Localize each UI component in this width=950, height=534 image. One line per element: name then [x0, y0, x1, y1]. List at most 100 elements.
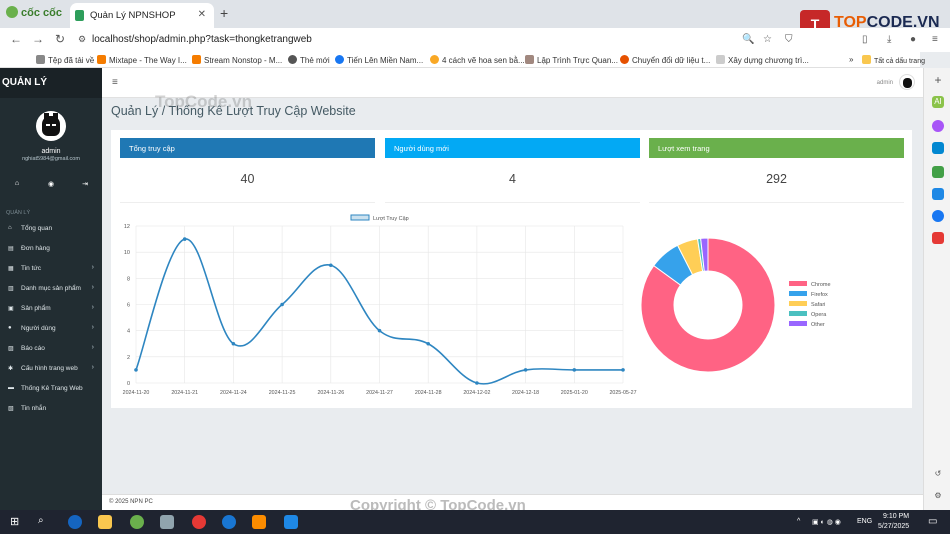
- bookmark-item[interactable]: Stream Nonstop - M...: [192, 55, 282, 65]
- sidebar-item-label: Đơn hàng: [21, 245, 50, 252]
- product-icon: ▣: [8, 306, 14, 312]
- bookmark-item[interactable]: Lập Trình Trực Quan...: [525, 55, 618, 65]
- back-icon[interactable]: ←: [10, 32, 22, 46]
- legend-label: Other: [811, 322, 825, 328]
- site-icon: [430, 55, 439, 64]
- reload-icon[interactable]: ↻: [55, 32, 65, 46]
- bookmark-item[interactable]: Thẻ mới: [288, 55, 330, 65]
- header-avatar[interactable]: [899, 74, 915, 90]
- legend-label: Chrome: [811, 282, 831, 288]
- forward-icon[interactable]: →: [32, 32, 44, 46]
- bookmark-item[interactable]: Chuyển đổi dữ liệu t...: [620, 55, 710, 65]
- y-tick-label: 12: [124, 224, 130, 230]
- folder-icon: [862, 55, 871, 64]
- data-point: [523, 368, 528, 372]
- chevron-right-icon: ›: [91, 324, 94, 331]
- new-tab-button[interactable]: +: [220, 5, 228, 21]
- history-icon[interactable]: ↺: [932, 468, 944, 480]
- site-info-icon[interactable]: ⚙: [78, 34, 86, 45]
- chrome-icon[interactable]: [192, 515, 206, 529]
- coccoc-browser-icon[interactable]: [130, 515, 144, 529]
- xampp-icon[interactable]: [252, 515, 266, 529]
- sidebar-item[interactable]: ● Người dùng ›: [0, 320, 102, 338]
- translate-icon[interactable]: [932, 188, 944, 200]
- bookmark-star-icon[interactable]: ☆: [763, 34, 772, 45]
- site-icon: [525, 55, 534, 64]
- legend-swatch: [350, 214, 370, 221]
- app-icon[interactable]: [160, 515, 174, 529]
- vscode-icon[interactable]: [284, 515, 298, 529]
- zalo-icon[interactable]: [932, 142, 944, 154]
- youtube-icon[interactable]: [932, 232, 944, 244]
- file-explorer-icon[interactable]: [98, 515, 112, 529]
- data-point: [280, 302, 284, 307]
- language-indicator[interactable]: ENG: [857, 518, 872, 525]
- header-admin-label[interactable]: admin: [877, 80, 893, 86]
- all-bookmarks[interactable]: Tất cả dấu trang: [862, 55, 925, 65]
- more-bookmarks-icon[interactable]: »: [849, 55, 853, 64]
- bookmark-item[interactable]: Tiến Lên Miền Nam...: [335, 55, 423, 65]
- search-icon[interactable]: ⌕: [38, 515, 52, 529]
- home-icon[interactable]: ⌂: [12, 180, 22, 190]
- sidebar-item-label: Báo cáo: [21, 345, 45, 352]
- settings-icon[interactable]: ⚙: [932, 490, 944, 502]
- browser-brand: cốc cốc: [6, 6, 62, 19]
- batman-icon: [42, 116, 60, 136]
- ai-icon[interactable]: AI: [932, 96, 944, 108]
- sidebar-item[interactable]: ▣ Sản phẩm ›: [0, 300, 102, 318]
- sidebar-item[interactable]: ▥ Danh mục sản phẩm ›: [0, 280, 102, 298]
- bookmark-item[interactable]: 4 cách vẽ hoa sen bằ...: [430, 55, 525, 65]
- close-tab-icon[interactable]: ✕: [198, 9, 206, 20]
- sidebar-item-label: Tổng quan: [21, 225, 53, 232]
- windows-start-icon[interactable]: ⊞: [10, 515, 24, 529]
- bookmark-item[interactable]: Mixtape - The Way I...: [97, 55, 187, 65]
- bookmark-item[interactable]: Tệp đã tải về: [36, 55, 94, 65]
- stat-label: Lượt xem trang: [658, 144, 710, 153]
- stat-total-visits-value: 40: [240, 172, 255, 186]
- url-field[interactable]: ⚙ localhost/shop/admin.php?task=thongketr…: [78, 32, 772, 48]
- sidebar-item[interactable]: ✱ Cấu hình trang web ›: [0, 360, 102, 378]
- hamburger-menu-icon[interactable]: ≡: [112, 77, 118, 88]
- sidebar-toggle-icon[interactable]: ▯: [862, 34, 868, 45]
- y-tick-label: 0: [127, 381, 130, 387]
- zoom-icon[interactable]: 🔍: [742, 34, 754, 45]
- batman-icon: [903, 78, 912, 88]
- url-text: localhost/shop/admin.php?task=thongketra…: [92, 34, 312, 45]
- report-icon: ▨: [8, 346, 14, 352]
- bookmark-label: Xây dựng chương trì...: [728, 56, 809, 65]
- y-tick-label: 4: [127, 329, 130, 335]
- browser-tab[interactable]: Quản Lý NPNSHOP ✕: [70, 3, 214, 28]
- sidebar-item[interactable]: ▦ Tin tức ›: [0, 260, 102, 278]
- profile-icon[interactable]: ●: [910, 34, 916, 45]
- sidebar-item[interactable]: ▧ Tin nhắn: [0, 400, 102, 418]
- sidebar-item[interactable]: ▨ Báo cáo ›: [0, 340, 102, 358]
- clock-date[interactable]: 5/27/2025: [878, 523, 909, 530]
- sidebar-item[interactable]: ▤ Đơn hàng: [0, 240, 102, 258]
- sidebar-item[interactable]: ⌂ Tổng quan: [0, 220, 102, 238]
- add-icon[interactable]: +: [932, 74, 944, 86]
- x-tick-label: 2024-11-24: [220, 390, 247, 396]
- sidebar-item-label: Tin tức: [21, 265, 42, 272]
- clock-time[interactable]: 9:10 PM: [883, 513, 909, 520]
- messenger-icon[interactable]: [932, 120, 944, 132]
- download-icon[interactable]: ⤓: [887, 34, 891, 45]
- settings-icon: ✱: [8, 366, 14, 372]
- user-email: nghiat5984@gmail.com: [22, 156, 80, 162]
- tray-icons[interactable]: ▣ ◐ ◍ ◉: [812, 518, 841, 526]
- coccoc-icon[interactable]: [68, 515, 82, 529]
- facebook-icon[interactable]: [932, 210, 944, 222]
- zalo-icon[interactable]: [222, 515, 236, 529]
- x-tick-label: 2024-11-28: [415, 390, 442, 396]
- sidebar-item[interactable]: ▬ Thống Kê Trang Web: [0, 380, 102, 398]
- notification-icon[interactable]: ▭: [928, 516, 937, 527]
- stat-label: Người dùng mới: [394, 144, 449, 153]
- shield-icon[interactable]: ⛉: [785, 34, 793, 45]
- logout-icon[interactable]: ⇥: [80, 180, 90, 190]
- menu-icon[interactable]: ≡: [932, 34, 938, 45]
- coccoc-logo-icon: [6, 6, 18, 18]
- bookmark-item[interactable]: Xây dựng chương trì...: [716, 55, 809, 65]
- avatar: [36, 111, 66, 141]
- eye-icon[interactable]: ◉: [46, 180, 56, 190]
- game-icon[interactable]: [932, 166, 944, 178]
- tray-chevron-icon[interactable]: ^: [797, 518, 800, 525]
